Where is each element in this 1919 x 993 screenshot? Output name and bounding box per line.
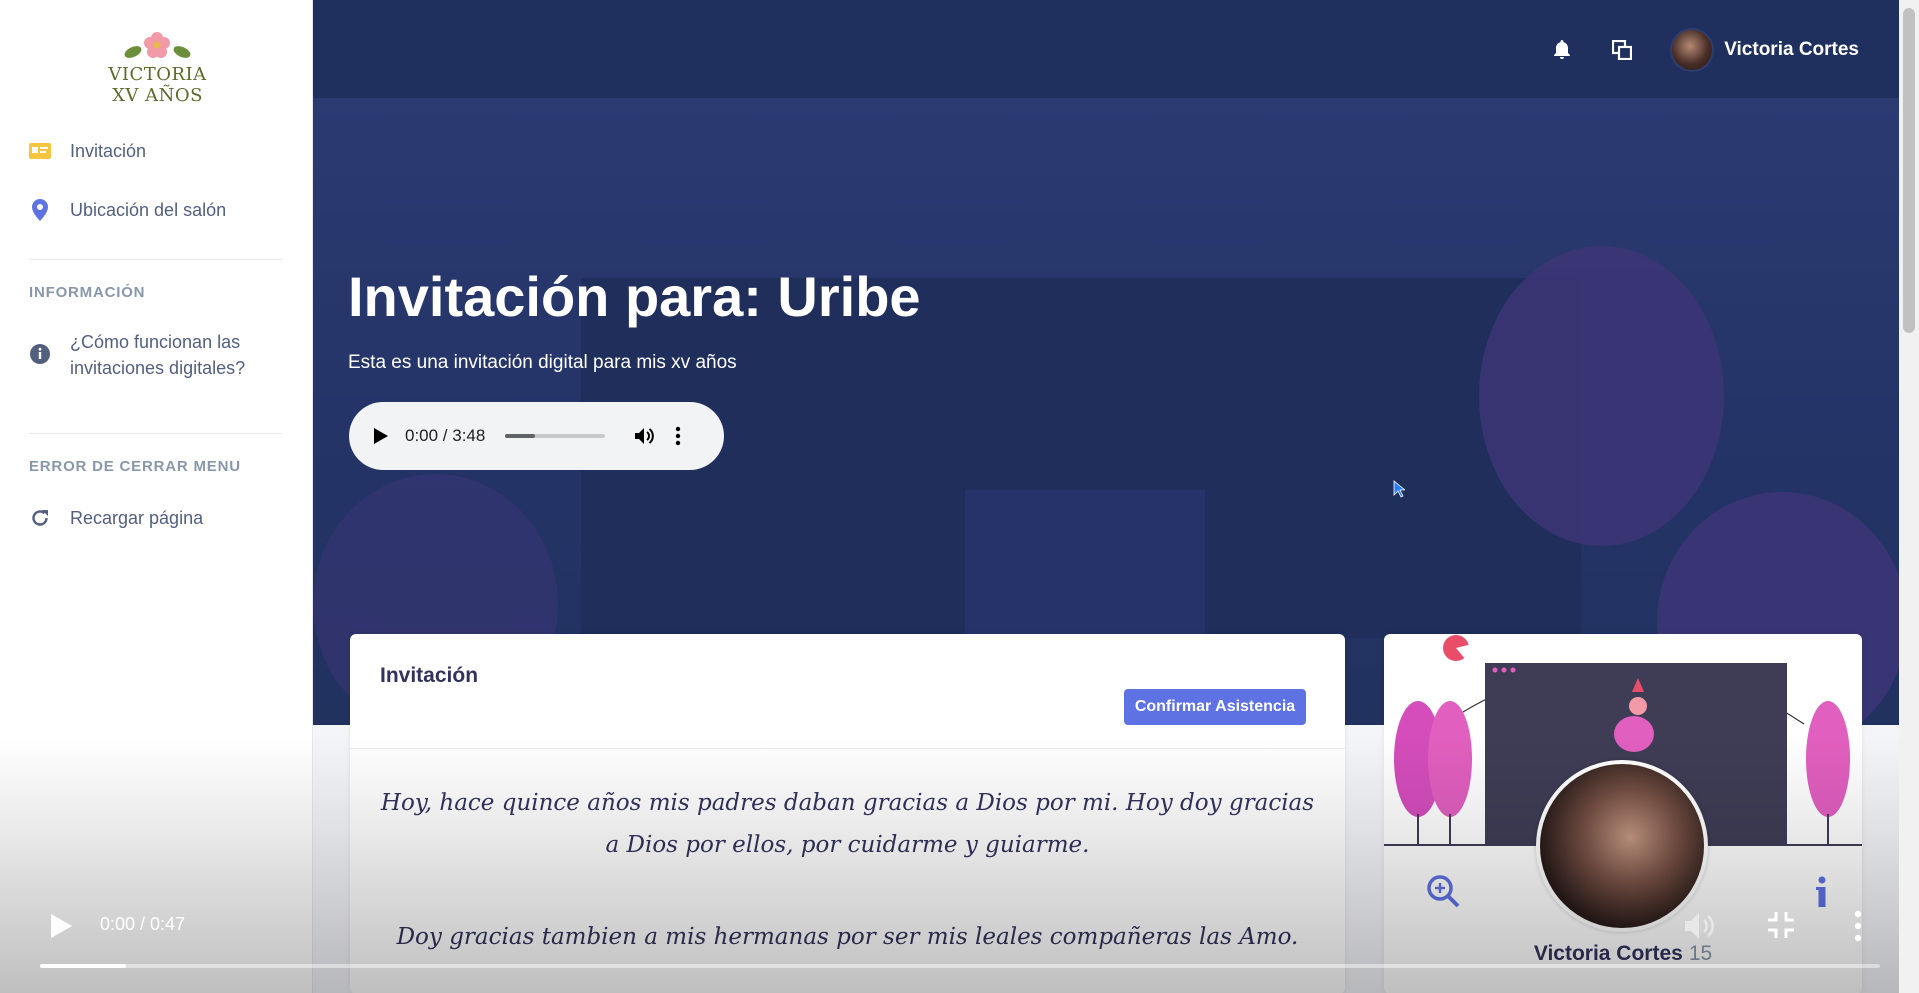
page-title: Invitación para: Uribe [348,265,921,328]
balloon-decoration [1479,246,1724,546]
avatar[interactable] [1670,28,1715,72]
more-options-icon[interactable] [1854,910,1862,942]
audio-player: 0:00 / 3:48 [349,402,724,470]
brand-name: VICTORIA XV AÑOS [108,64,207,106]
more-options-icon[interactable] [675,426,681,446]
label-line-2: invitaciones digitales? [70,358,246,378]
card-title: Invitación [380,664,479,687]
label-line-1: ¿Cómo funcionan las [70,332,241,352]
info-circle-icon [29,343,51,365]
sidebar-item-label: ¿Cómo funcionan las invitaciones digital… [70,329,245,381]
confirm-attendance-button[interactable]: Confirmar Asistencia [1124,689,1306,725]
sidebar-item-como-funcionan[interactable]: ¿Cómo funcionan las invitaciones digital… [29,329,245,381]
sidebar-divider [29,433,282,434]
sidebar-item-recargar[interactable]: Recargar página [29,507,203,529]
reload-icon [29,507,51,529]
volume-icon[interactable] [1683,910,1717,942]
sidebar-item-label: Ubicación del salón [70,199,227,220]
sidebar: VICTORIA XV AÑOS Invitación Ubicación de… [0,0,313,993]
video-controls: 0:00 / 0:47 [0,900,1919,993]
scrollbar-thumb[interactable] [1903,8,1915,333]
flower-logo-icon [124,32,191,58]
main-hero: Victoria Cortes Invitación para: Uribe E… [313,0,1899,725]
gift-decoration [965,490,1205,640]
audio-seek-fill [505,434,536,438]
id-card-icon [29,140,51,162]
overlapping-windows-icon[interactable] [1610,38,1634,62]
sidebar-item-label: Recargar página [70,507,204,528]
card-divider [350,748,1345,749]
bell-icon[interactable] [1550,38,1574,62]
sidebar-divider [29,259,282,260]
page-subtitle: Esta es una invitación digital para mis … [348,352,737,373]
video-seek-slider[interactable] [40,964,1880,968]
user-name[interactable]: Victoria Cortes [1724,39,1859,61]
invitation-paragraph: Hoy, hace quince años mis padres daban g… [380,790,1315,858]
logo[interactable]: VICTORIA XV AÑOS [95,30,220,106]
video-seek-fill [40,964,127,968]
mouse-cursor-icon [1393,480,1405,498]
video-time: 0:00 / 0:47 [100,914,186,934]
topbar: Victoria Cortes [313,0,1899,98]
volume-icon[interactable] [633,425,655,447]
topbar-actions: Victoria Cortes [1550,28,1859,72]
page-scrollbar[interactable] [1899,0,1919,993]
exit-fullscreen-icon[interactable] [1766,910,1796,940]
map-pin-icon [29,199,51,221]
play-icon[interactable] [371,427,389,445]
audio-seek-slider[interactable] [505,434,606,438]
sidebar-item-label: Invitación [70,140,147,161]
sidebar-heading-error: ERROR DE CERRAR MENU [29,458,241,475]
sidebar-heading-info: INFORMACIÓN [29,284,146,301]
app-frame: VICTORIA XV AÑOS Invitación Ubicación de… [0,0,1919,993]
sidebar-item-invitacion[interactable]: Invitación [29,140,146,162]
sidebar-item-ubicacion[interactable]: Ubicación del salón [29,199,226,221]
play-icon[interactable] [48,912,74,940]
audio-time: 0:00 / 3:48 [405,426,486,445]
